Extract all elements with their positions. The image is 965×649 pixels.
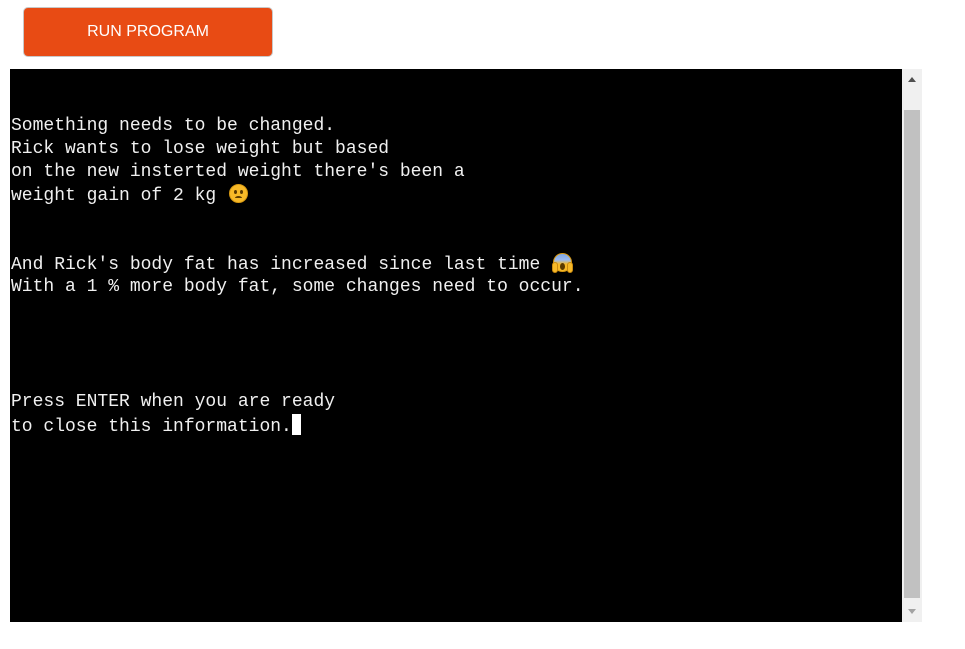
terminal-line-text: on the new insterted weight there's been…: [11, 162, 465, 182]
terminal-line: to close this information.: [11, 414, 584, 437]
terminal-line: With a 1 % more body fat, some changes n…: [11, 276, 584, 299]
frowning-face-icon: [229, 184, 249, 203]
scroll-up-arrow-icon[interactable]: [902, 69, 922, 91]
terminal-line: on the new insterted weight there's been…: [11, 161, 584, 184]
terminal-line-text: to close this information.: [11, 417, 292, 437]
terminal-line-text: Something needs to be changed.: [11, 116, 336, 136]
terminal-line: Something needs to be changed.: [11, 115, 584, 138]
terminal-line: Rick wants to lose weight but based: [11, 138, 584, 161]
terminal-output[interactable]: Something needs to be changed. Rick want…: [10, 69, 902, 622]
terminal-line-text: weight gain of 2 kg: [11, 186, 228, 206]
terminal-line: And Rick's body fat has increased since …: [11, 253, 584, 276]
terminal-line-text: And Rick's body fat has increased since …: [11, 255, 552, 275]
terminal-line-text: Rick wants to lose weight but based: [11, 139, 390, 159]
scroll-down-arrow-icon[interactable]: [902, 600, 922, 622]
terminal-line: weight gain of 2 kg: [11, 184, 584, 207]
screaming-face-icon: [552, 253, 574, 273]
vertical-scrollbar[interactable]: [902, 69, 922, 622]
terminal-cursor: [291, 414, 301, 435]
scroll-thumb[interactable]: [904, 110, 920, 598]
terminal-line: Press ENTER when you are ready: [11, 391, 584, 414]
terminal-line-text: With a 1 % more body fat, some changes n…: [11, 277, 584, 297]
run-program-button[interactable]: RUN PROGRAM: [23, 7, 273, 57]
terminal-lines: Something needs to be changed. Rick want…: [11, 115, 584, 437]
terminal-line-text: Press ENTER when you are ready: [11, 392, 336, 412]
